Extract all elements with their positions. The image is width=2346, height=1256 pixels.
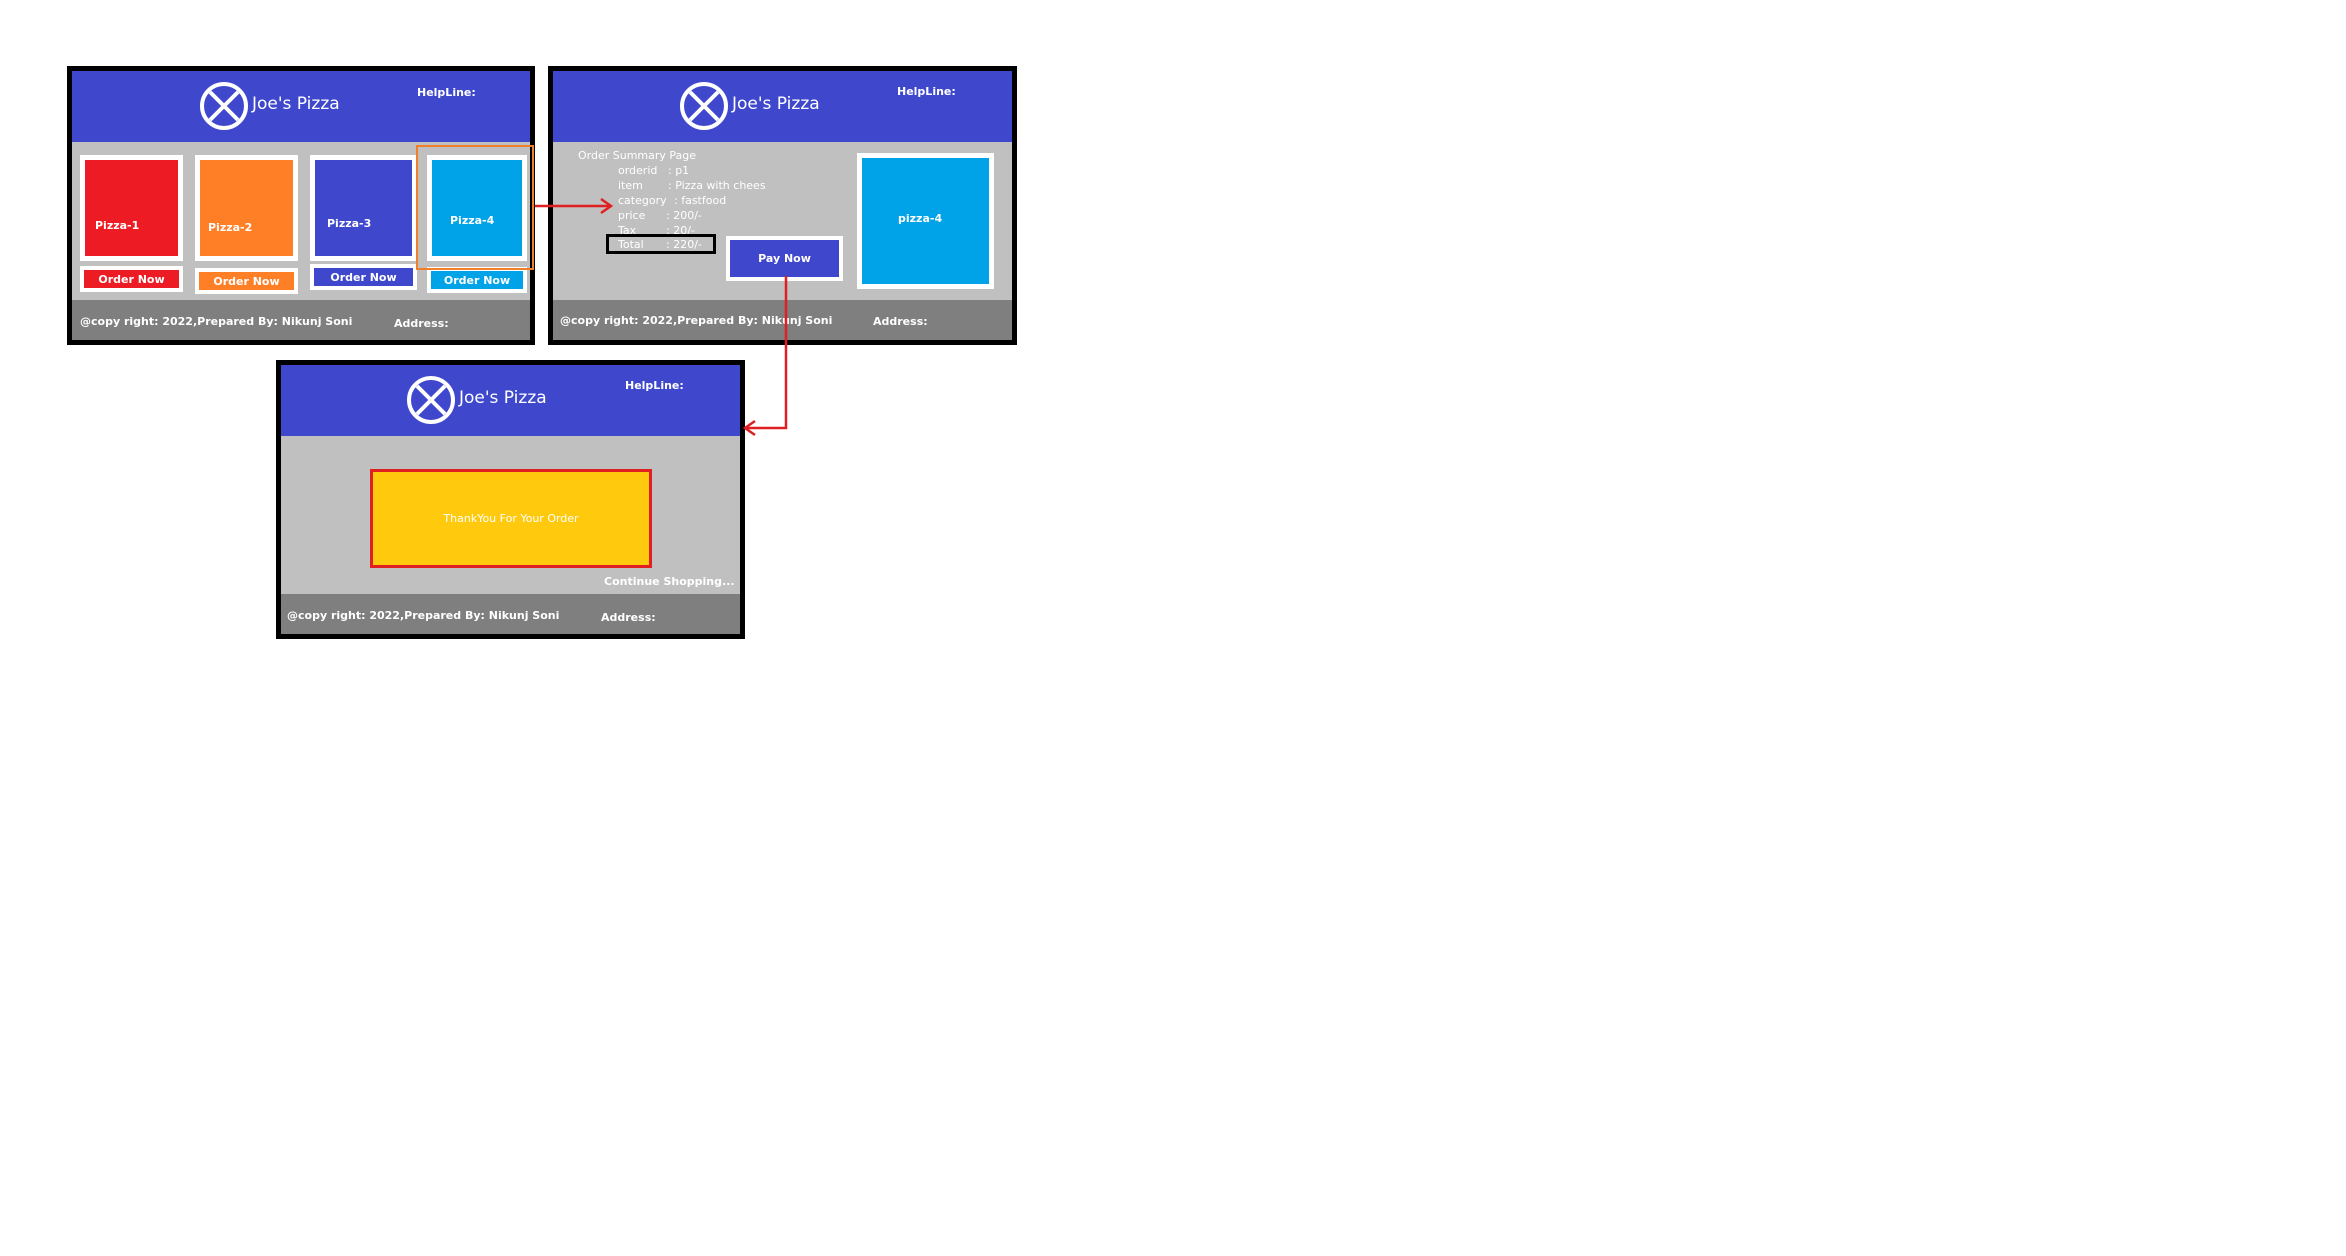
address-label: Address: [873,315,928,328]
address-label: Address: [601,611,656,624]
summary-value: : fastfood [674,194,727,207]
summary-key: item [618,179,643,192]
product-image-frame: pizza-4 [857,153,994,289]
summary-screen-frame: Joe's Pizza HelpLine: Order Summary Page… [548,66,1017,345]
summary-value: : 220/- [666,238,702,251]
helpline-label: HelpLine: [897,85,956,98]
header: Joe's Pizza HelpLine: [72,71,530,142]
pizza-image-2 [200,160,293,256]
order-now-label-2: Order Now [199,272,294,290]
product-label: pizza-4 [898,212,943,225]
thanks-screen: Joe's Pizza HelpLine: ThankYou For Your … [281,365,740,634]
footer: @copy right: 2022,Prepared By: Nikunj So… [281,594,740,634]
pizza-image-1 [85,160,178,256]
order-now-button-1[interactable]: Order Now [80,266,183,292]
copyright-text: @copy right: 2022,Prepared By: Nikunj So… [560,314,833,327]
order-now-label-1: Order Now [84,270,179,288]
pizza-logo-icon [680,82,728,130]
summary-key: category [618,194,667,207]
header: Joe's Pizza HelpLine: [281,365,740,436]
summary-value: : 200/- [666,209,702,222]
pizza-label-3: Pizza-3 [327,217,372,230]
copyright-text: @copy right: 2022,Prepared By: Nikunj So… [80,315,353,328]
pizza-label-2: Pizza-2 [208,221,253,234]
order-now-label-4: Order Now [431,271,523,289]
order-now-button-4[interactable]: Order Now [427,267,527,293]
summary-value: : Pizza with chees [668,179,766,192]
order-now-button-3[interactable]: Order Now [310,264,417,290]
helpline-label: HelpLine: [625,379,684,392]
address-label: Address: [394,317,449,330]
header: Joe's Pizza HelpLine: [553,71,1012,142]
summary-value: : p1 [668,164,690,177]
pizza-tile-3[interactable]: Pizza-3 [310,155,417,261]
thanks-screen-frame: Joe's Pizza HelpLine: ThankYou For Your … [276,360,745,639]
footer: @copy right: 2022,Prepared By: Nikunj So… [72,300,530,340]
pizza-logo-icon [200,82,248,130]
brand-name: Joe's Pizza [252,94,340,114]
pizza-logo-icon [407,376,455,424]
helpline-label: HelpLine: [417,86,476,99]
selection-highlight [416,145,534,270]
pay-now-button[interactable]: Pay Now [726,236,843,281]
summary-key: price [618,209,646,222]
order-now-button-2[interactable]: Order Now [195,268,298,294]
summary-key: Total [618,238,644,251]
pizza-label-1: Pizza-1 [95,219,140,232]
order-now-label-3: Order Now [314,268,413,286]
pizza-image-3 [315,160,412,256]
summary-key: orderid [618,164,658,177]
thank-you-message: ThankYou For Your Order [370,469,652,568]
pizza-tile-1[interactable]: Pizza-1 [80,155,183,261]
copyright-text: @copy right: 2022,Prepared By: Nikunj So… [287,609,560,622]
summary-screen: Joe's Pizza HelpLine: Order Summary Page… [553,71,1012,340]
footer: @copy right: 2022,Prepared By: Nikunj So… [553,300,1012,340]
summary-title: Order Summary Page [578,149,697,162]
pizza-tile-2[interactable]: Pizza-2 [195,155,298,261]
brand-name: Joe's Pizza [459,388,547,408]
brand-name: Joe's Pizza [732,94,820,114]
pay-now-label: Pay Now [730,240,839,277]
continue-shopping-link[interactable]: Continue Shopping... [604,575,735,588]
